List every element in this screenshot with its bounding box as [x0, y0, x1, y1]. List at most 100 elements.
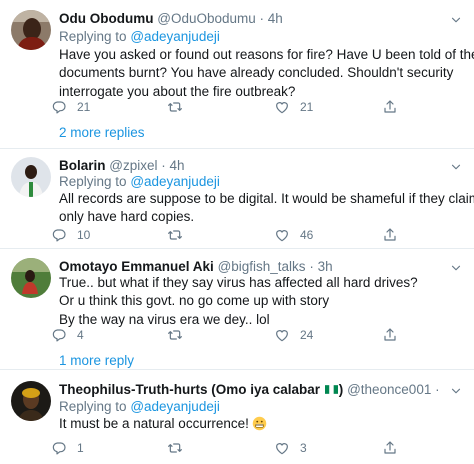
- retweet-button[interactable]: [167, 97, 193, 117]
- avatar[interactable]: [11, 10, 51, 50]
- share-button[interactable]: [382, 438, 398, 458]
- like-button[interactable]: 3: [274, 438, 307, 458]
- share-button[interactable]: [382, 325, 398, 345]
- tweet-actions: 10 46: [51, 225, 451, 245]
- mention-link[interactable]: @adeyanjudeji: [130, 399, 220, 414]
- user-handle[interactable]: @bigfish_talks: [218, 259, 306, 274]
- replying-to: Replying to @adeyanjudeji: [59, 28, 220, 46]
- share-icon: [382, 440, 398, 456]
- like-button[interactable]: 46: [274, 225, 313, 245]
- display-name[interactable]: Odu Obodumu: [59, 11, 153, 26]
- mention-link[interactable]: @adeyanjudeji: [130, 29, 220, 44]
- avatar[interactable]: [11, 157, 51, 197]
- tweet-text-line: It must be a natural occurrence!: [59, 415, 465, 433]
- reply-icon: [51, 99, 67, 115]
- avatar[interactable]: [11, 381, 51, 421]
- reply-button[interactable]: 21: [51, 97, 90, 117]
- tweet-text-line: documents burnt? You have already conclu…: [59, 65, 454, 81]
- reply-icon: [51, 327, 67, 343]
- timestamp[interactable]: 4h: [170, 158, 185, 173]
- heart-icon: [274, 99, 290, 115]
- separator-dot: ·: [435, 382, 440, 397]
- retweet-icon: [167, 327, 183, 343]
- replying-to-label: Replying to: [59, 399, 127, 414]
- timestamp[interactable]: 4h: [268, 11, 283, 26]
- tweet-text-line: only have hard copies.: [59, 209, 195, 225]
- like-count: 24: [300, 328, 314, 342]
- share-icon: [382, 327, 398, 343]
- retweet-icon: [167, 440, 183, 456]
- replying-to-label: Replying to: [59, 29, 127, 44]
- display-name[interactable]: Bolarin: [59, 158, 106, 173]
- avatar[interactable]: [11, 258, 51, 298]
- separator-dot: ·: [161, 158, 166, 173]
- share-button[interactable]: [382, 97, 398, 117]
- tweet-text: All records are suppose to be digital. I…: [59, 190, 474, 227]
- replying-to: Replying to @adeyanjudeji: [59, 173, 220, 191]
- reply-button[interactable]: 1: [51, 438, 84, 458]
- tweet-actions: 4 24: [51, 325, 451, 345]
- tweet-text-content: It must be a natural occurrence!: [59, 416, 249, 431]
- user-handle[interactable]: @theonce001: [347, 382, 431, 397]
- display-name[interactable]: Theophilus-Truth-hurts (Omo iya calabar …: [59, 382, 343, 397]
- chevron-down-icon[interactable]: [449, 261, 463, 275]
- tweet-actions: 21 21: [51, 97, 451, 117]
- separator-dot: ·: [259, 11, 265, 26]
- nigeria-flag-icon: [324, 385, 338, 394]
- timestamp[interactable]: 3h: [318, 259, 333, 274]
- display-name-text: Theophilus-Truth-hurts (Omo iya calabar: [59, 382, 321, 397]
- tweet-theophilus[interactable]: Theophilus-Truth-hurts (Omo iya calabar …: [0, 370, 474, 464]
- like-button[interactable]: 24: [274, 325, 313, 345]
- chevron-down-icon[interactable]: [449, 13, 463, 27]
- share-button[interactable]: [382, 225, 398, 245]
- chevron-down-icon[interactable]: [449, 384, 463, 398]
- more-replies-link[interactable]: 1 more reply: [59, 352, 134, 370]
- tweet-header: Theophilus-Truth-hurts (Omo iya calabar …: [59, 381, 440, 399]
- tweet-odu-obodumu[interactable]: Odu Obodumu @OduObodumu · 4h Replying to…: [0, 0, 474, 149]
- display-name-text-end: ): [338, 382, 344, 397]
- tweet-text-line: True.. but what if they say virus has af…: [59, 275, 418, 290]
- retweet-button[interactable]: [167, 325, 193, 345]
- retweet-icon: [167, 227, 183, 243]
- user-handle[interactable]: @OduObodumu: [157, 11, 256, 26]
- more-replies-link[interactable]: 2 more replies: [59, 124, 145, 142]
- heart-icon: [274, 227, 290, 243]
- reply-icon: [51, 227, 67, 243]
- reply-count: 10: [77, 228, 91, 242]
- like-count: 21: [300, 100, 314, 114]
- share-icon: [382, 99, 398, 115]
- heart-icon: [274, 440, 290, 456]
- tweet-text: It must be a natural occurrence!: [59, 415, 465, 433]
- tweet-bolarin[interactable]: Bolarin @zpixel · 4h Replying to @adeyan…: [0, 149, 474, 248]
- like-count: 46: [300, 228, 314, 242]
- mention-link[interactable]: @adeyanjudeji: [130, 174, 220, 189]
- tweet-text: True.. but what if they say virus has af…: [59, 274, 465, 329]
- tweet-text: Have you asked or found out reasons for …: [59, 46, 474, 101]
- tweet-text-line: Or u think this govt. no go come up with…: [59, 293, 330, 309]
- grimacing-face-icon: [252, 416, 267, 431]
- tweet-actions: 1 3: [51, 438, 451, 458]
- reply-icon: [51, 440, 67, 456]
- tweet-omotayo-emmanuel-aki[interactable]: Omotayo Emmanuel Aki @bigfish_talks · 3h…: [0, 249, 474, 369]
- retweet-button[interactable]: [167, 225, 193, 245]
- retweet-icon: [167, 99, 183, 115]
- reply-count: 1: [77, 441, 84, 455]
- tweet-header: Odu Obodumu @OduObodumu · 4h: [59, 10, 440, 28]
- reply-button[interactable]: 4: [51, 325, 84, 345]
- reply-count: 21: [77, 100, 91, 114]
- tweet-text-line: All records are suppose to be digital. I…: [59, 191, 474, 206]
- reply-button[interactable]: 10: [51, 225, 90, 245]
- chevron-down-icon[interactable]: [449, 160, 463, 174]
- tweet-text-line: Have you asked or found out reasons for …: [59, 47, 474, 62]
- replying-to-label: Replying to: [59, 174, 127, 189]
- user-handle[interactable]: @zpixel: [109, 158, 157, 173]
- retweet-button[interactable]: [167, 438, 193, 458]
- separator-dot: ·: [309, 259, 314, 274]
- reply-count: 4: [77, 328, 84, 342]
- like-count: 3: [300, 441, 307, 455]
- display-name[interactable]: Omotayo Emmanuel Aki: [59, 259, 214, 274]
- share-icon: [382, 227, 398, 243]
- like-button[interactable]: 21: [274, 97, 313, 117]
- replying-to: Replying to @adeyanjudeji: [59, 398, 220, 416]
- heart-icon: [274, 327, 290, 343]
